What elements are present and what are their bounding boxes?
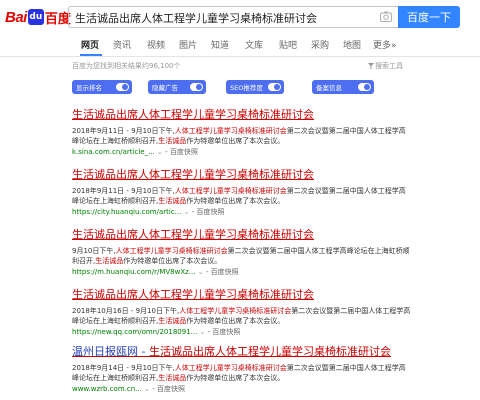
- active-tab-indicator: [80, 54, 102, 56]
- snapshot-link[interactable]: - 百度快照: [165, 148, 198, 156]
- result-site-name[interactable]: 温州日报瓯网 -: [72, 345, 149, 358]
- chevron-down-icon[interactable]: ⌄: [200, 328, 206, 336]
- logo-du-text: 百度: [44, 11, 71, 27]
- filter-label: 显示排名: [76, 84, 102, 92]
- paw-icon: du: [27, 9, 44, 25]
- search-result: 生活诚品出席人体工程学儿童学习桌椅标准研讨会 2018年10月16日 - 9月1…: [72, 286, 412, 337]
- abstract-highlight: 人体工程学儿童学习桌椅标准研讨会: [174, 127, 287, 135]
- tab-video[interactable]: 视频: [147, 38, 165, 51]
- result-title[interactable]: 生活诚品出席人体工程学儿童学习桌椅标准研讨会: [72, 166, 412, 182]
- result-abstract: 9月10日下午,人体工程学儿童学习桌椅标准研讨会第二次会议暨第二届中国人体工程学…: [72, 246, 412, 266]
- filter-bar: 显示排名 隐藏广告 SEO推荐度 备案信息: [72, 80, 374, 96]
- filter-label: 备案信息: [316, 84, 342, 92]
- result-url-row: https://new.qq.com/omn/2018091... ⌄ - 百度…: [72, 327, 412, 337]
- chevron-down-icon[interactable]: ⌄: [157, 148, 163, 156]
- result-abstract: 2018年9月11日 - 9月10日下午,人体工程学儿童学习桌椅标准研讨会第二次…: [72, 126, 412, 146]
- baidu-logo[interactable]: Bai du 百度: [5, 8, 71, 27]
- abstract-highlight: 人体工程学儿童学习桌椅标准研讨会: [179, 307, 292, 315]
- abstract-text: 作为特邀单位出席了本次会议。: [186, 374, 285, 382]
- result-title[interactable]: 生活诚品出席人体工程学儿童学习桌椅标准研讨会: [72, 106, 412, 122]
- snapshot-link[interactable]: - 百度快照: [208, 328, 241, 336]
- abstract-text: 作为特邀单位出席了本次会议。: [123, 257, 222, 265]
- abstract-date: 2018年9月14日 - 9月10日下午,: [72, 364, 175, 372]
- abstract-date: 9月10日下午,: [72, 247, 116, 255]
- result-url[interactable]: https://m.huanqiu.com/r/MV8wXz...: [72, 268, 195, 276]
- result-title[interactable]: 生活诚品出席人体工程学儿童学习桌椅标准研讨会: [72, 286, 412, 302]
- abstract-date: 2018年10月16日 - 9月10日下午,: [72, 307, 180, 315]
- result-url[interactable]: https://new.qq.com/omn/2018091...: [72, 328, 197, 336]
- filter-icp[interactable]: 备案信息: [312, 80, 374, 94]
- logo-bai-text: Bai: [5, 8, 27, 26]
- result-url-row: www.wzrb.com.cn... ⌄ - 百度快照: [72, 384, 412, 394]
- search-tools-label: 搜索工具: [375, 62, 403, 70]
- result-count: 百度为您找到相关结果约96,100个: [72, 62, 181, 70]
- abstract-highlight: 人体工程学儿童学习桌椅标准研讨会: [115, 247, 228, 255]
- search-result: 温州日报瓯网 - 生活诚品出席人体工程学儿童学习桌椅标准研讨会 2018年9月1…: [72, 343, 412, 394]
- abstract-text: 作为特邀单位出席了本次会议。: [186, 137, 285, 145]
- filter-show-rank[interactable]: 显示排名: [72, 80, 132, 94]
- chevron-down-icon[interactable]: ⌄: [144, 385, 150, 393]
- camera-icon[interactable]: [380, 11, 392, 22]
- funnel-icon: [368, 63, 374, 69]
- toggle-switch[interactable]: [358, 83, 371, 91]
- search-tools[interactable]: 搜索工具: [368, 61, 403, 71]
- search-result: 生活诚品出席人体工程学儿童学习桌椅标准研讨会 2018年9月11日 - 9月10…: [72, 106, 412, 157]
- result-url-row: https://city.huanqiu.com/artic... ⌄ - 百度…: [72, 207, 412, 217]
- search-result: 生活诚品出席人体工程学儿童学习桌椅标准研讨会 9月10日下午,人体工程学儿童学习…: [72, 226, 412, 277]
- tab-map[interactable]: 地图: [343, 38, 361, 51]
- search-box[interactable]: 生活诚品出席人体工程学儿童学习桌椅标准研讨会: [68, 6, 398, 28]
- result-title[interactable]: 温州日报瓯网 - 生活诚品出席人体工程学儿童学习桌椅标准研讨会: [72, 343, 412, 359]
- abstract-date: 2018年9月11日 - 9月10日下午,: [72, 187, 175, 195]
- result-url[interactable]: www.wzrb.com.cn...: [72, 385, 142, 393]
- abstract-text: 作为特邀单位出席了本次会议。: [186, 317, 285, 325]
- tab-wenku[interactable]: 文库: [245, 38, 263, 51]
- abstract-highlight: 生活诚品: [158, 317, 187, 325]
- result-url-row: https://m.huanqiu.com/r/MV8wXz... ⌄ - 百度…: [72, 267, 412, 277]
- result-title-text[interactable]: 生活诚品出席人体工程学儿童学习桌椅标准研讨会: [149, 345, 391, 358]
- tab-images[interactable]: 图片: [179, 38, 197, 51]
- tab-more[interactable]: 更多»: [373, 38, 397, 51]
- chevron-down-icon[interactable]: ⌄: [198, 268, 204, 276]
- search-button[interactable]: 百度一下: [398, 6, 460, 28]
- result-abstract: 2018年9月14日 - 9月10日下午,人体工程学儿童学习桌椅标准研讨会第二次…: [72, 363, 412, 383]
- result-url[interactable]: k.sina.com.cn/article_...: [72, 148, 155, 156]
- tab-tieba[interactable]: 贴吧: [279, 38, 297, 51]
- tab-purchase[interactable]: 采购: [311, 38, 329, 51]
- abstract-highlight: 生活诚品: [158, 197, 187, 205]
- abstract-highlight: 生活诚品: [158, 137, 187, 145]
- header: Bai du 百度 生活诚品出席人体工程学儿童学习桌椅标准研讨会 百度一下: [0, 0, 480, 34]
- result-abstract: 2018年9月11日 - 9月10日下午,人体工程学儿童学习桌椅标准研讨会第二次…: [72, 186, 412, 206]
- search-input[interactable]: 生活诚品出席人体工程学儿童学习桌椅标准研讨会: [75, 10, 317, 26]
- filter-hide-ads[interactable]: 隐藏广告: [148, 80, 206, 94]
- toggle-switch[interactable]: [190, 83, 203, 91]
- abstract-highlight: 生活诚品: [158, 374, 187, 382]
- result-url[interactable]: https://city.huanqiu.com/artic...: [72, 208, 181, 216]
- abstract-highlight: 人体工程学儿童学习桌椅标准研讨会: [174, 187, 287, 195]
- tab-bar: 网页 资讯 视频 图片 知道 文库 贴吧 采购 地图 更多»: [0, 34, 480, 57]
- result-abstract: 2018年10月16日 - 9月10日下午,人体工程学儿童学习桌椅标准研讨会第二…: [72, 306, 412, 326]
- tab-news[interactable]: 资讯: [113, 38, 131, 51]
- abstract-highlight: 人体工程学儿童学习桌椅标准研讨会: [174, 364, 287, 372]
- result-title[interactable]: 生活诚品出席人体工程学儿童学习桌椅标准研讨会: [72, 226, 412, 242]
- result-url-row: k.sina.com.cn/article_... ⌄ - 百度快照: [72, 147, 412, 157]
- tab-web[interactable]: 网页: [81, 38, 99, 51]
- snapshot-link[interactable]: - 百度快照: [152, 385, 185, 393]
- toggle-switch[interactable]: [116, 83, 129, 91]
- snapshot-link[interactable]: - 百度快照: [206, 268, 239, 276]
- abstract-date: 2018年9月11日 - 9月10日下午,: [72, 127, 175, 135]
- chevron-down-icon[interactable]: ⌄: [184, 208, 190, 216]
- abstract-text: 作为特邀单位出席了本次会议。: [186, 197, 285, 205]
- filter-label: 隐藏广告: [152, 84, 178, 92]
- abstract-highlight: 生活诚品: [95, 257, 124, 265]
- filter-label: SEO推荐度: [230, 84, 263, 92]
- tab-zhidao[interactable]: 知道: [211, 38, 229, 51]
- filter-seo[interactable]: SEO推荐度: [226, 80, 284, 94]
- snapshot-link[interactable]: - 百度快照: [192, 208, 225, 216]
- search-result: 生活诚品出席人体工程学儿童学习桌椅标准研讨会 2018年9月11日 - 9月10…: [72, 166, 412, 217]
- toggle-switch[interactable]: [268, 83, 281, 91]
